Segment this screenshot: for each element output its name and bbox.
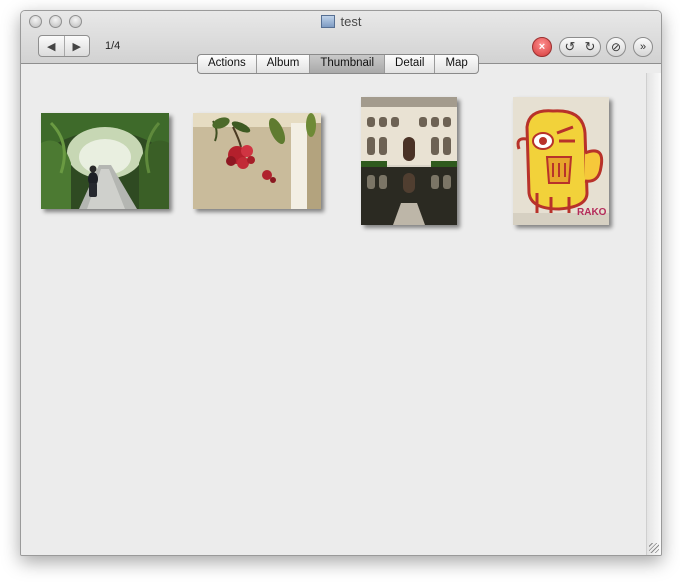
document-icon	[320, 15, 335, 28]
app-window: test ◀ ▶ 1/4 × ↺ ↻ ⊘ » Actions Album Thu…	[20, 10, 662, 556]
red-flowers-image	[193, 113, 321, 209]
left-arrow-icon: ◀	[47, 40, 56, 53]
tab-map[interactable]: Map	[435, 55, 477, 73]
courtyard-pool-image	[361, 97, 457, 225]
photo-counter: 1/4	[105, 40, 121, 52]
tab-thumbnail[interactable]: Thumbnail	[310, 55, 386, 73]
rotate-right-icon: ↻	[584, 39, 596, 54]
stop-button[interactable]: ×	[532, 37, 552, 57]
rotate-left-button[interactable]: ↺	[560, 38, 580, 56]
thumbnail-red-flowers[interactable]	[193, 113, 321, 209]
vertical-scrollbar[interactable]	[646, 73, 661, 555]
back-button[interactable]: ◀	[39, 36, 64, 56]
rotate-buttons: ↺ ↻	[559, 37, 601, 57]
tab-detail[interactable]: Detail	[385, 55, 436, 73]
garden-walkway-image	[41, 113, 169, 209]
window-title: test	[340, 14, 362, 29]
navigation-buttons: ◀ ▶	[38, 35, 90, 57]
more-button[interactable]: »	[633, 37, 653, 57]
graffiti-image: RAKO	[513, 97, 609, 225]
stop-icon: ×	[538, 41, 546, 53]
graffiti-tag-text: RAKO	[577, 207, 607, 218]
rotate-right-button[interactable]: ↻	[580, 38, 600, 56]
view-tabs: Actions Album Thumbnail Detail Map	[197, 54, 479, 74]
tab-album[interactable]: Album	[257, 55, 311, 73]
compass-icon: ⊘	[610, 40, 622, 54]
tab-actions[interactable]: Actions	[198, 55, 257, 73]
thumbnail-courtyard-pool[interactable]	[361, 97, 457, 225]
thumbnail-graffiti[interactable]: RAKO	[513, 97, 609, 225]
window-title-area: test	[21, 13, 661, 31]
thumbnail-garden-walkway[interactable]	[41, 113, 169, 209]
thumbnail-grid: RAKO	[21, 64, 647, 555]
resize-grip-icon[interactable]	[649, 543, 659, 553]
chevron-double-right-icon: »	[639, 41, 647, 53]
rotate-left-icon: ↺	[564, 39, 576, 54]
forward-button[interactable]: ▶	[63, 36, 90, 56]
right-arrow-icon: ▶	[72, 40, 81, 53]
compass-button[interactable]: ⊘	[606, 37, 626, 57]
